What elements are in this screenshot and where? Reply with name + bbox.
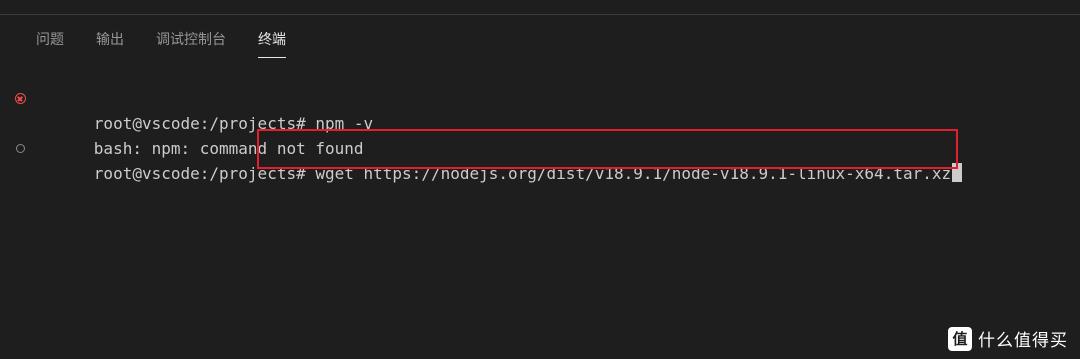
panel-top-border (0, 14, 1080, 15)
terminal-panel: 问题 输出 调试控制台 终端 root@vscode:/projects# np… (0, 0, 1080, 359)
terminal-cursor (952, 163, 963, 182)
tab-terminal[interactable]: 终端 (258, 30, 286, 58)
terminal-line: root@vscode:/projects# npm -v (0, 86, 1080, 133)
panel-tabs: 问题 输出 调试控制台 终端 (36, 30, 318, 60)
tab-output[interactable]: 输出 (96, 30, 124, 58)
command-default-icon[interactable] (16, 144, 25, 153)
tab-debug-console[interactable]: 调试控制台 (156, 30, 226, 58)
watermark: 值 什么值得买 (948, 326, 1068, 351)
terminal-line: root@vscode:/projects# wget https://node… (0, 136, 1080, 183)
terminal-line-text: root@vscode:/projects# wget https://node… (93, 164, 952, 183)
watermark-text: 什么值得买 (978, 331, 1068, 351)
watermark-logo-icon: 值 (948, 326, 972, 351)
tab-problems[interactable]: 问题 (36, 30, 64, 58)
terminal-line: bash: npm: command not found (0, 111, 1080, 158)
watermark-logo-char: 值 (952, 329, 968, 348)
terminal-output[interactable]: root@vscode:/projects# npm -v bash: npm:… (0, 86, 1080, 183)
command-error-icon[interactable] (15, 93, 26, 104)
